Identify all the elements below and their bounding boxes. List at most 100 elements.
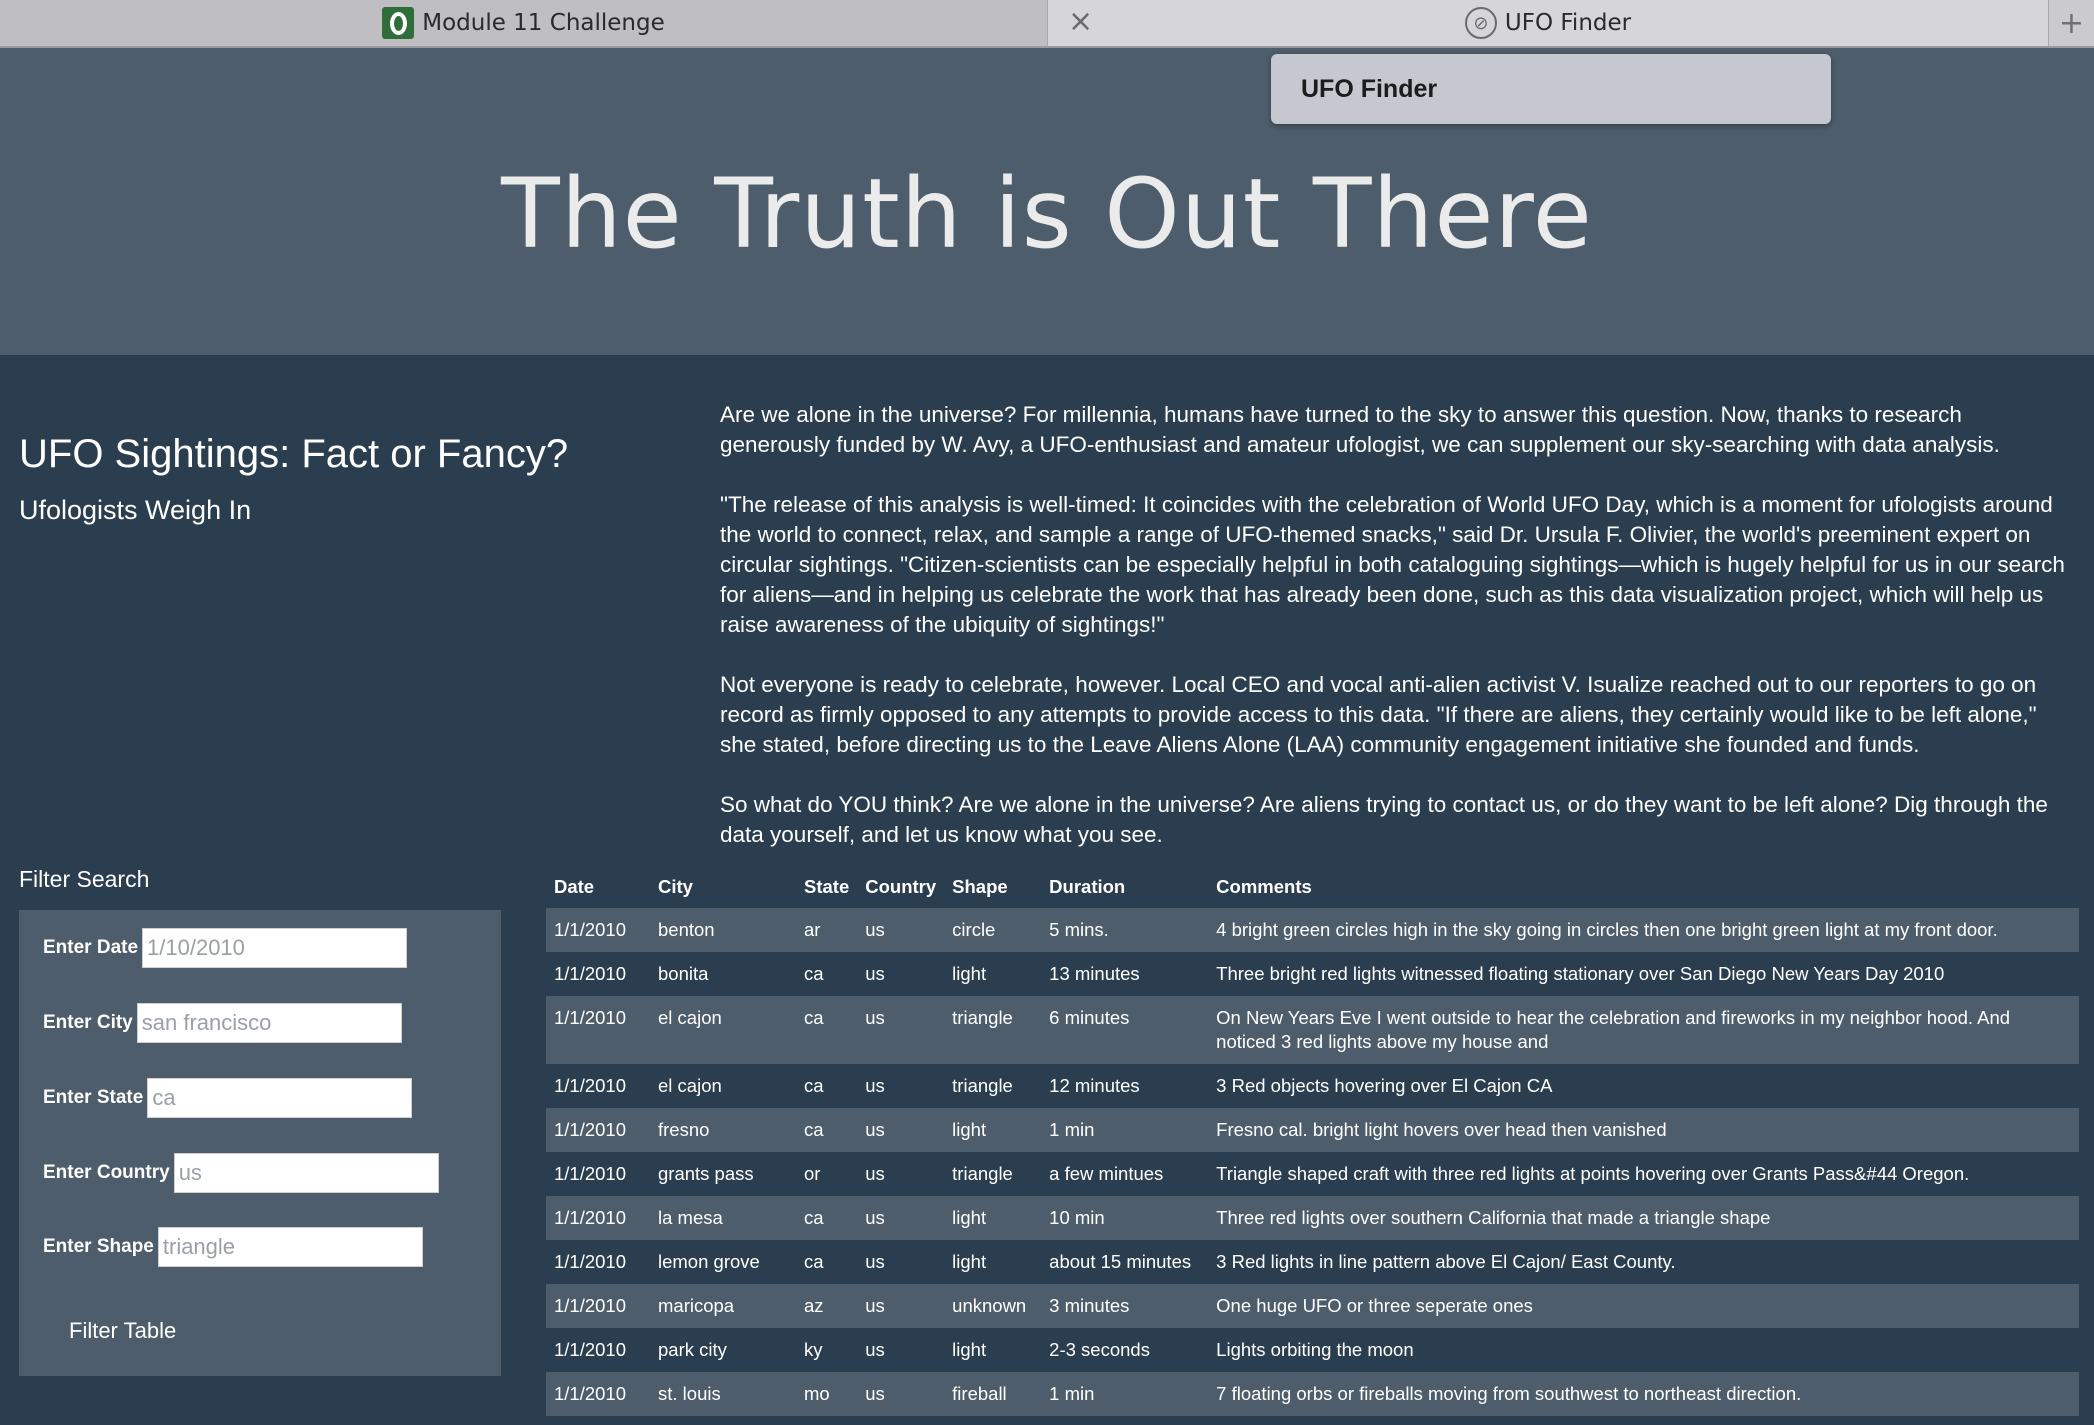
cell-country: us (865, 1339, 885, 1360)
cell-city: el cajon (658, 1007, 722, 1028)
cell-duration: 13 minutes (1049, 963, 1140, 984)
filter-search-heading: Filter Search (19, 866, 150, 892)
cell-date: 1/1/2010 (554, 963, 627, 984)
cell-shape: light (952, 1251, 987, 1272)
cell-comments: Three red lights over southern Californi… (1216, 1207, 1771, 1228)
cell-date: 1/1/2010 (554, 1075, 627, 1096)
cell-date: 1/1/2010 (554, 1339, 627, 1360)
table-row: 1/1/2010 st. louis mo us fireball 1 min 7 floa… (546, 1372, 2079, 1416)
ufo-table: Date City State Country Shape Duration C… (546, 866, 2079, 1416)
cell-shape: light (952, 963, 987, 984)
cell-state: or (804, 1163, 821, 1184)
cell-shape: circle (952, 919, 996, 940)
cell-shape: triangle (952, 1075, 1013, 1096)
date-input[interactable]: 1/10/2010 (142, 928, 408, 968)
filter-row-date: Enter Date 1/10/2010 (43, 928, 408, 968)
cell-country: us (865, 1295, 885, 1316)
table-row: 1/1/2010 maricopa az us unknown 3 minutes One … (546, 1284, 2079, 1328)
country-input[interactable]: us (173, 1153, 439, 1193)
tab-ufo-finder[interactable]: × ⊘ UFO Finder (1048, 0, 2048, 46)
city-input[interactable]: san francisco (136, 1003, 402, 1043)
cell-duration: 1 min (1049, 1119, 1095, 1140)
header-city: City (658, 876, 693, 897)
cell-date: 1/1/2010 (554, 1295, 627, 1316)
cell-duration: 1 min (1049, 1383, 1095, 1404)
tab-label: Module 11 Challenge (422, 10, 665, 36)
state-input[interactable]: ca (147, 1078, 413, 1118)
outlook-o-icon (382, 7, 415, 39)
cell-country: us (865, 1207, 885, 1228)
browser-tab-bar: Module 11 Challenge × ⊘ UFO Finder + (0, 0, 2094, 48)
page-title: The Truth is Out There (501, 157, 1593, 270)
cell-city: park city (658, 1339, 727, 1360)
cell-country: us (865, 963, 885, 984)
article-heading: UFO Sightings: Fact or Fancy? Ufologists… (19, 428, 679, 536)
cell-country: us (865, 1163, 885, 1184)
table-row: 1/1/2010 bonita ca us light 13 minutes Three b… (546, 952, 2079, 996)
cell-date: 1/1/2010 (554, 1119, 627, 1140)
date-label: Enter Date (43, 937, 139, 958)
filter-table-button[interactable]: Filter Table (69, 1318, 176, 1344)
filter-row-shape: Enter Shape triangle (43, 1227, 423, 1267)
header-country: Country (865, 876, 937, 897)
cell-state: ky (804, 1339, 823, 1360)
cell-comments: Three bright red lights witnessed floati… (1216, 963, 1945, 984)
tab-module-11-challenge[interactable]: Module 11 Challenge (0, 0, 1048, 46)
table-row: 1/1/2010 el cajon ca us triangle 12 minutes 3 … (546, 1064, 2079, 1108)
cell-city: la mesa (658, 1207, 723, 1228)
cell-city: benton (658, 919, 715, 940)
cell-duration: a few mintues (1049, 1163, 1164, 1184)
table-row: 1/1/2010 lemon grove ca us light about 15 min… (546, 1240, 2079, 1284)
cell-country: us (865, 1119, 885, 1140)
header-duration: Duration (1049, 876, 1126, 897)
header-comments: Comments (1216, 876, 1312, 897)
state-label: Enter State (43, 1087, 144, 1108)
shape-label: Enter Shape (43, 1236, 154, 1257)
cell-state: ca (804, 1007, 824, 1028)
cell-duration: 10 min (1049, 1207, 1105, 1228)
cell-state: ca (804, 1251, 824, 1272)
cell-comments: On New Years Eve I went outside to hear … (1216, 1007, 2011, 1052)
new-tab-button[interactable]: + (2048, 0, 2094, 46)
cell-comments: 7 floating orbs or fireballs moving from… (1216, 1383, 1802, 1404)
cell-shape: light (952, 1339, 987, 1360)
cell-comments: Fresno cal. bright light hovers over hea… (1216, 1119, 1667, 1140)
cell-state: az (804, 1295, 824, 1316)
filter-row-country: Enter Country us (43, 1153, 439, 1193)
cell-date: 1/1/2010 (554, 1163, 627, 1184)
cell-duration: 3 minutes (1049, 1295, 1130, 1316)
tab-label: UFO Finder (1504, 10, 1632, 36)
city-label: Enter City (43, 1012, 133, 1033)
cell-duration: 2-3 seconds (1049, 1339, 1150, 1360)
cell-country: us (865, 1075, 885, 1096)
cell-duration: 5 mins. (1049, 919, 1109, 940)
cell-city: bonita (658, 963, 709, 984)
cell-city: el cajon (658, 1075, 722, 1096)
cell-date: 1/1/2010 (554, 1207, 627, 1228)
cell-date: 1/1/2010 (554, 919, 627, 940)
article-subtitle: Ufologists Weigh In (19, 495, 252, 525)
article-paragraph: So what do YOU think? Are we alone in th… (720, 792, 2048, 847)
cell-state: ca (804, 1207, 824, 1228)
cell-city: grants pass (658, 1163, 754, 1184)
table-header-row: Date City State Country Shape Duration C… (546, 866, 2079, 908)
cell-shape: fireball (952, 1383, 1007, 1404)
header-shape: Shape (952, 876, 1008, 897)
cell-comments: 3 Red lights in line pattern above El Ca… (1216, 1251, 1676, 1272)
cell-city: maricopa (658, 1295, 735, 1316)
cell-comments: One huge UFO or three seperate ones (1216, 1295, 1533, 1316)
article-paragraph: "The release of this analysis is well-ti… (720, 492, 2065, 637)
compass-icon: ⊘ (1464, 7, 1497, 39)
article-paragraph: Are we alone in the universe? For millen… (720, 402, 2000, 457)
cell-duration: 12 minutes (1049, 1075, 1140, 1096)
filter-panel: Enter Date 1/10/2010 Enter City san fran… (19, 910, 501, 1376)
cell-state: ca (804, 963, 824, 984)
cell-country: us (865, 1251, 885, 1272)
cell-city: st. louis (658, 1383, 721, 1404)
cell-comments: 4 bright green circles high in the sky g… (1216, 919, 1998, 940)
close-icon[interactable]: × (1068, 7, 1093, 37)
cell-duration: about 15 minutes (1049, 1251, 1192, 1272)
article-paragraph: Not everyone is ready to celebrate, howe… (720, 672, 2037, 757)
country-label: Enter Country (43, 1162, 170, 1183)
shape-input[interactable]: triangle (157, 1227, 423, 1267)
